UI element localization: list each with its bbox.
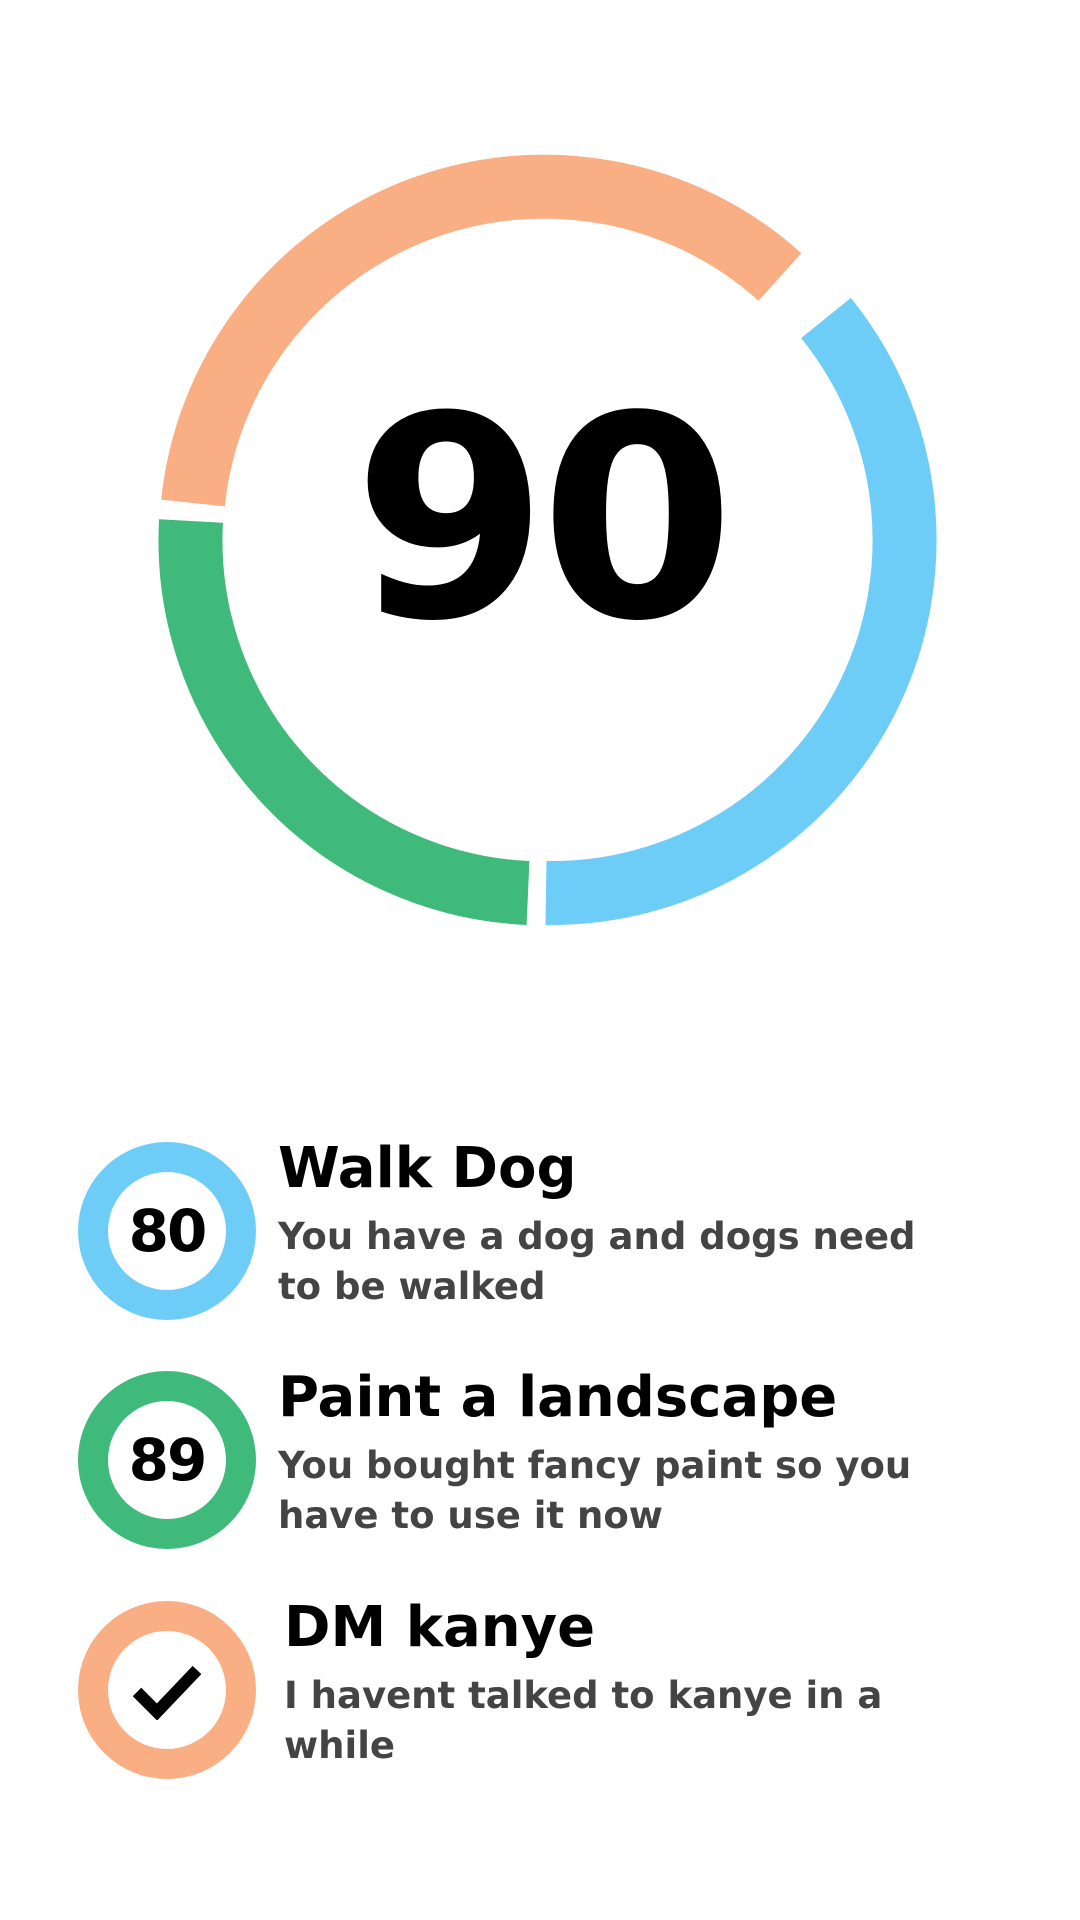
check-icon (131, 1660, 203, 1720)
task-item-walk-dog[interactable]: 80 Walk Dog You have a dog and dogs need… (0, 1136, 1080, 1342)
task-score: 80 (128, 1197, 208, 1265)
task-score-badge: 80 (78, 1142, 256, 1320)
task-score-badge: 89 (78, 1371, 256, 1549)
task-title: Paint a landscape (278, 1365, 838, 1430)
task-complete-badge (78, 1601, 256, 1779)
task-description: You bought fancy paint so you have to us… (278, 1444, 912, 1537)
task-title: Walk Dog (278, 1136, 577, 1201)
task-score: 89 (128, 1426, 208, 1494)
task-title: DM kanye (284, 1595, 596, 1660)
task-description: You have a dog and dogs need to be walke… (278, 1215, 916, 1308)
score-ring: 90 (0, 0, 1080, 1000)
task-item-paint-landscape[interactable]: 89 Paint a landscape You bought fancy pa… (0, 1365, 1080, 1571)
task-description: I havent talked to kanye in a while (284, 1674, 883, 1767)
task-item-dm-kanye[interactable]: DM kanye I havent talked to kanye in a w… (0, 1595, 1080, 1801)
overall-score: 90 (353, 357, 735, 683)
